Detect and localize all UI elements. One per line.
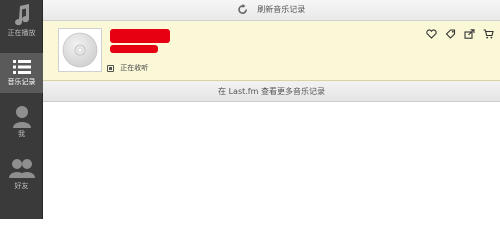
recent-track-row[interactable]: 正在收听 [43, 21, 500, 81]
sidebar: 正在播放 音乐记录 我 好友 [0, 0, 43, 219]
sidebar-item-label: 音乐记录 [7, 78, 36, 86]
buy-cart-icon[interactable] [483, 29, 494, 39]
user-icon [12, 106, 31, 128]
sidebar-item-label: 好友 [14, 182, 29, 190]
love-heart-icon[interactable] [426, 29, 437, 39]
empty-content-area [43, 102, 500, 219]
status-label: 正在收听 [120, 64, 149, 72]
now-playing-icon [107, 64, 114, 72]
track-artist[interactable] [110, 45, 158, 53]
sidebar-item-scrobbles[interactable]: 音乐记录 [0, 53, 43, 93]
sidebar-item-label: 我 [18, 130, 25, 138]
cd-disc-icon [62, 32, 98, 68]
refresh-icon [237, 4, 247, 14]
tag-icon[interactable] [445, 29, 456, 39]
sidebar-item-friends[interactable]: 好友 [0, 156, 43, 194]
track-title[interactable] [110, 29, 170, 43]
share-icon[interactable] [464, 29, 475, 39]
now-listening-status: 正在收听 [107, 63, 148, 73]
sidebar-item-me[interactable]: 我 [0, 104, 43, 144]
friends-icon [8, 159, 35, 178]
redaction [110, 29, 170, 43]
app-window: 正在播放 音乐记录 我 好友 刷新音乐记录 正在收听 在 Last.fm 查看更… [0, 0, 500, 219]
redaction [110, 45, 158, 53]
album-cover [58, 28, 102, 72]
sidebar-item-now-playing[interactable]: 正在播放 [0, 3, 43, 41]
music-note-icon [14, 4, 29, 26]
view-more-on-lastfm-button[interactable]: 在 Last.fm 查看更多音乐记录 [43, 81, 500, 102]
top-bar: 刷新音乐记录 [43, 0, 500, 21]
refresh-button[interactable]: 刷新音乐记录 [43, 4, 500, 15]
refresh-label: 刷新音乐记录 [257, 5, 306, 14]
list-icon [12, 60, 31, 74]
track-actions [423, 29, 494, 39]
sidebar-item-label: 正在播放 [7, 29, 36, 37]
view-more-label: 在 Last.fm 查看更多音乐记录 [218, 87, 325, 96]
